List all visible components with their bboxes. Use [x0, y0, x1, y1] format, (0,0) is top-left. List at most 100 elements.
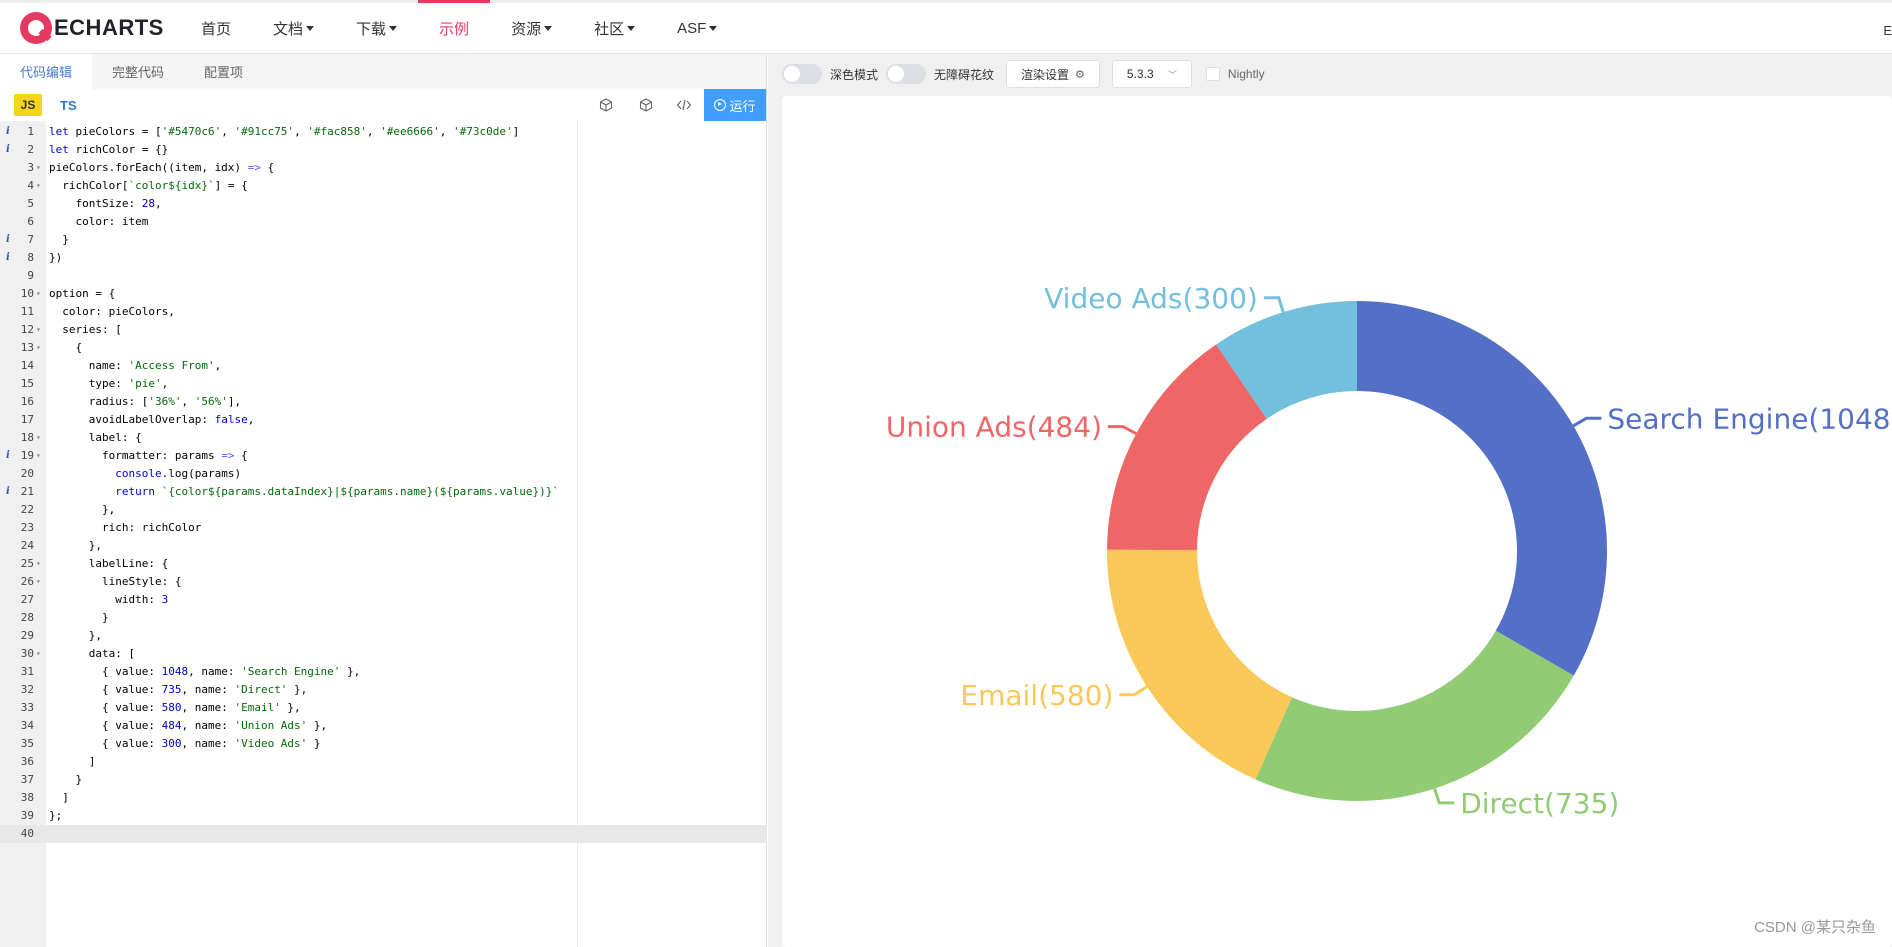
code-text: let richColor = {}	[49, 143, 169, 156]
pie-slice-direct[interactable]	[1255, 630, 1574, 801]
line-number: 35	[20, 737, 34, 750]
nav-item-5[interactable]: 社区	[573, 3, 656, 54]
caret-down-icon	[544, 26, 553, 31]
code-text: data: [	[49, 647, 136, 660]
line-number: 10	[20, 287, 34, 300]
code-line: 16 radius: ['36%', '56%'],	[0, 393, 767, 411]
line-number: 28	[20, 611, 34, 624]
fold-arrow-icon[interactable]: ▾	[36, 159, 41, 177]
line-number: 33	[20, 701, 34, 714]
caret-down-icon	[306, 26, 315, 31]
line-number: 14	[20, 359, 34, 372]
fold-arrow-icon[interactable]: ▾	[36, 447, 41, 465]
info-icon[interactable]: i	[6, 249, 10, 267]
dark-mode-toggle[interactable]	[782, 64, 822, 84]
editor-tab-1[interactable]: 完整代码	[92, 54, 184, 89]
nav-item-6[interactable]: ASF	[656, 3, 738, 54]
fold-arrow-icon[interactable]: ▾	[36, 555, 41, 573]
fold-arrow-icon[interactable]: ▾	[36, 645, 41, 663]
fold-arrow-icon[interactable]: ▾	[36, 429, 41, 447]
codesandbox-icon[interactable]	[596, 95, 616, 115]
code-text: })	[49, 251, 63, 264]
line-number: 11	[20, 305, 34, 318]
code-line: 9	[0, 267, 767, 285]
code-text: },	[49, 629, 102, 642]
code-line: 36 ]	[0, 753, 767, 771]
code-line: 32 { value: 735, name: 'Direct' },	[0, 681, 767, 699]
line-number: 20	[20, 467, 34, 480]
nav-item-1[interactable]: 文档	[252, 3, 335, 54]
code-text: series: [	[49, 323, 122, 336]
pie-slice-email[interactable]	[1107, 549, 1293, 780]
codepen-icon[interactable]	[636, 95, 656, 115]
code-line: 35 { value: 300, name: 'Video Ads' }	[0, 735, 767, 753]
nav-item-2[interactable]: 下载	[335, 3, 418, 54]
code-text: richColor[`color${idx}`] = {	[49, 179, 248, 192]
code-text: formatter: params => {	[49, 449, 248, 462]
label-line	[1263, 296, 1285, 313]
fold-arrow-icon[interactable]: ▾	[36, 285, 41, 303]
code-text: type: 'pie',	[49, 377, 169, 390]
nav-item-label: 文档	[273, 21, 304, 38]
line-number: 13	[20, 341, 34, 354]
run-button[interactable]: 运行	[704, 89, 766, 121]
code-line: 13 ▾ {	[0, 339, 767, 357]
line-number: 39	[20, 809, 34, 822]
line-number: 22	[20, 503, 34, 516]
fold-arrow-icon[interactable]: ▾	[36, 177, 41, 195]
nav-item-3[interactable]: 示例	[418, 0, 491, 54]
info-icon[interactable]: i	[6, 123, 10, 141]
editor-tab-2[interactable]: 配置项	[184, 54, 263, 89]
line-number: 3	[27, 161, 34, 174]
line-number: 38	[20, 791, 34, 804]
nav-item-label: ASF	[677, 20, 707, 37]
echarts-logo[interactable]: ECHARTS	[20, 12, 164, 44]
nav-right-text[interactable]: E	[1883, 23, 1892, 38]
dark-mode-label: 深色模式	[830, 67, 879, 82]
code-text: }	[49, 611, 109, 624]
code-text: color: pieColors,	[49, 305, 175, 318]
chevron-down-icon: ﹀	[1167, 69, 1177, 80]
top-navbar: ECHARTS 首页 文档 下载 示例 资源 社区 ASF E	[0, 0, 1892, 54]
code-text: { value: 1048, name: 'Search Engine' },	[49, 665, 361, 678]
code-text: radius: ['36%', '56%'],	[49, 395, 242, 408]
code-line: 22 },	[0, 501, 767, 519]
code-editor[interactable]: 1 i let pieColors = ['#5470c6', '#91cc75',…	[0, 121, 767, 947]
nav-item-0[interactable]: 首页	[180, 3, 252, 54]
fold-arrow-icon[interactable]: ▾	[36, 321, 41, 339]
code-line: 33 { value: 580, name: 'Email' },	[0, 699, 767, 717]
info-icon[interactable]: i	[6, 231, 10, 249]
nav-item-label: 社区	[594, 21, 625, 38]
code-line: 24 },	[0, 537, 767, 555]
code-text: option = {	[49, 287, 116, 300]
info-icon[interactable]: i	[6, 483, 10, 501]
info-icon[interactable]: i	[6, 447, 10, 465]
code-line: 28 }	[0, 609, 767, 627]
code-text: ]	[49, 755, 96, 768]
code-line: 21 i return `{color${params.dataIndex}|${…	[0, 483, 767, 501]
lang-js-toggle[interactable]: JS	[14, 94, 42, 116]
info-icon[interactable]: i	[6, 141, 10, 159]
nightly-checkbox[interactable]	[1205, 67, 1220, 81]
version-value: 5.3.3	[1126, 67, 1154, 81]
fold-arrow-icon[interactable]: ▾	[36, 339, 41, 357]
code-text: fontSize: 28,	[49, 197, 162, 210]
fold-arrow-icon[interactable]: ▾	[36, 573, 41, 591]
code-line: 1 i let pieColors = ['#5470c6', '#91cc75',…	[0, 123, 767, 141]
version-select[interactable]: 5.3.3 ﹀	[1111, 60, 1192, 88]
code-line: 3 ▾ pieColors.forEach((item, idx) => {	[0, 159, 767, 177]
aria-decal-toggle[interactable]	[886, 64, 927, 84]
code-text: label: {	[49, 431, 142, 444]
editor-tab-0[interactable]: 代码编辑	[0, 54, 93, 89]
line-number: 26	[20, 575, 34, 588]
line-number: 16	[20, 395, 34, 408]
code-line: 23 rich: richColor	[0, 519, 767, 537]
line-number: 4	[27, 179, 34, 192]
render-settings-button[interactable]: 渲染设置 ⚙	[1006, 60, 1100, 88]
label-line	[1119, 685, 1148, 697]
code-text: console.log(params)	[115, 467, 242, 480]
lang-ts-toggle[interactable]: TS	[60, 98, 77, 113]
pie-slice-search-engine[interactable]	[1357, 301, 1607, 676]
embed-code-icon[interactable]	[674, 95, 694, 115]
nav-item-4[interactable]: 资源	[490, 3, 573, 54]
